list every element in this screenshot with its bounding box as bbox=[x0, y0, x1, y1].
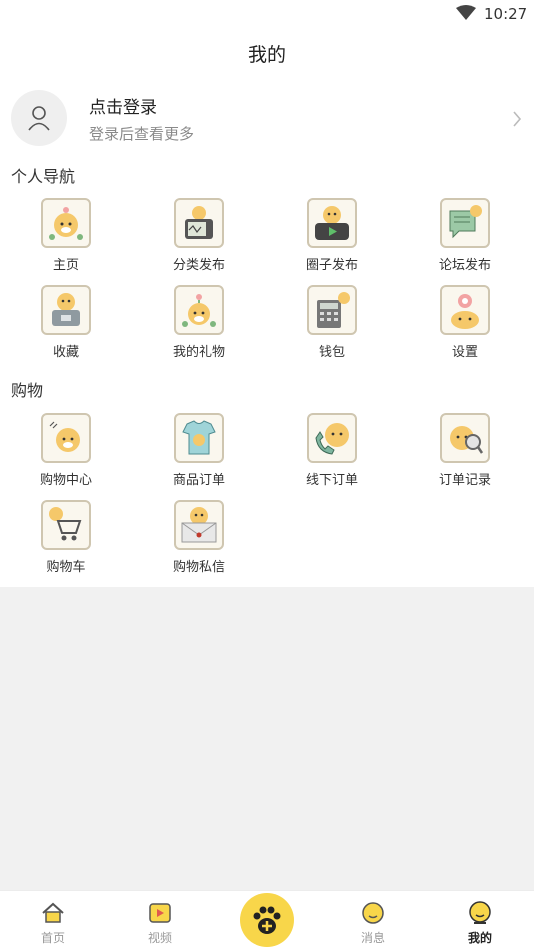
chat-dog-icon bbox=[440, 198, 490, 248]
tv-dog-icon bbox=[174, 198, 224, 248]
home-icon bbox=[42, 902, 64, 923]
user-icon bbox=[28, 106, 50, 131]
shop-dog-icon bbox=[41, 413, 91, 463]
nav-item-forum-post[interactable]: 论坛发布 bbox=[420, 198, 510, 278]
nav-item-label: 分类发布 bbox=[172, 258, 225, 273]
gift-dog-icon bbox=[174, 285, 224, 335]
shirt-dog-icon bbox=[174, 413, 224, 463]
nav-item-circle-post[interactable]: 圈子发布 bbox=[287, 198, 377, 278]
nav-item-label: 圈子发布 bbox=[305, 258, 358, 273]
nav-item-settings[interactable]: 设置 bbox=[420, 285, 510, 365]
login-subtitle: 登录后查看更多 bbox=[89, 125, 195, 143]
shop-item-order-records[interactable]: 订单记录 bbox=[420, 413, 510, 493]
wifi-icon bbox=[456, 5, 476, 20]
nav-item-label: 钱包 bbox=[318, 345, 345, 360]
home-dog-icon bbox=[41, 198, 91, 248]
calculator-dog-icon bbox=[307, 285, 357, 335]
profile-icon bbox=[469, 901, 491, 924]
section-title-personal-nav: 个人导航 bbox=[11, 167, 76, 186]
status-bar: 10:27 bbox=[0, 0, 534, 30]
login-title[interactable]: 点击登录 bbox=[89, 93, 157, 118]
tab-label: 我的 bbox=[467, 931, 492, 945]
chevron-right-icon[interactable] bbox=[512, 110, 522, 128]
shop-item-cart[interactable]: 购物车 bbox=[21, 500, 111, 580]
nav-item-label: 我的礼物 bbox=[172, 345, 225, 360]
shop-item-messages[interactable]: 购物私信 bbox=[154, 500, 244, 580]
video-dog-icon bbox=[307, 198, 357, 248]
shop-item-label: 购物车 bbox=[46, 560, 86, 575]
nav-item-label: 主页 bbox=[52, 258, 79, 273]
tab-label: 首页 bbox=[40, 931, 65, 945]
nav-item-category-post[interactable]: 分类发布 bbox=[154, 198, 244, 278]
phone-dog-icon bbox=[307, 413, 357, 463]
tab-home[interactable]: 首页 bbox=[23, 891, 83, 949]
tab-profile[interactable]: 我的 bbox=[450, 891, 510, 949]
nav-item-label: 设置 bbox=[451, 345, 478, 360]
page-title: 我的 bbox=[247, 44, 286, 66]
post-button[interactable] bbox=[240, 893, 294, 947]
cart-dog-icon bbox=[41, 500, 91, 550]
box-dog-icon bbox=[41, 285, 91, 335]
nav-item-my-gifts[interactable]: 我的礼物 bbox=[154, 285, 244, 365]
tab-label: 消息 bbox=[360, 931, 385, 945]
shop-item-offline-orders[interactable]: 线下订单 bbox=[287, 413, 377, 493]
shop-item-mall[interactable]: 购物中心 bbox=[21, 413, 111, 493]
bottom-tab-bar: 首页 视频 消息 我的 bbox=[0, 890, 534, 949]
flower-dog-icon bbox=[440, 285, 490, 335]
shop-item-label: 线下订单 bbox=[305, 473, 358, 488]
shop-item-product-orders[interactable]: 商品订单 bbox=[154, 413, 244, 493]
tab-messages[interactable]: 消息 bbox=[343, 891, 403, 949]
nav-item-label: 收藏 bbox=[52, 345, 79, 360]
login-row[interactable]: 点击登录 登录后查看更多 bbox=[0, 88, 534, 150]
video-icon bbox=[149, 903, 171, 923]
shop-item-label: 购物私信 bbox=[172, 560, 225, 575]
empty-content-area bbox=[0, 587, 534, 890]
nav-item-favorites[interactable]: 收藏 bbox=[21, 285, 111, 365]
message-icon bbox=[362, 902, 384, 924]
nav-item-home[interactable]: 主页 bbox=[21, 198, 111, 278]
shop-item-label: 购物中心 bbox=[39, 473, 92, 488]
nav-item-wallet[interactable]: 钱包 bbox=[287, 285, 377, 365]
search-dog-icon bbox=[440, 413, 490, 463]
tab-video[interactable]: 视频 bbox=[130, 891, 190, 949]
shop-item-label: 商品订单 bbox=[172, 473, 225, 488]
avatar[interactable] bbox=[11, 90, 67, 146]
envelope-dog-icon bbox=[174, 500, 224, 550]
shop-item-label: 订单记录 bbox=[438, 473, 491, 488]
paw-plus-icon bbox=[253, 906, 281, 934]
status-time: 10:27 bbox=[484, 5, 528, 23]
section-title-shopping: 购物 bbox=[11, 381, 44, 400]
tab-label: 视频 bbox=[147, 931, 172, 945]
nav-item-label: 论坛发布 bbox=[438, 258, 491, 273]
